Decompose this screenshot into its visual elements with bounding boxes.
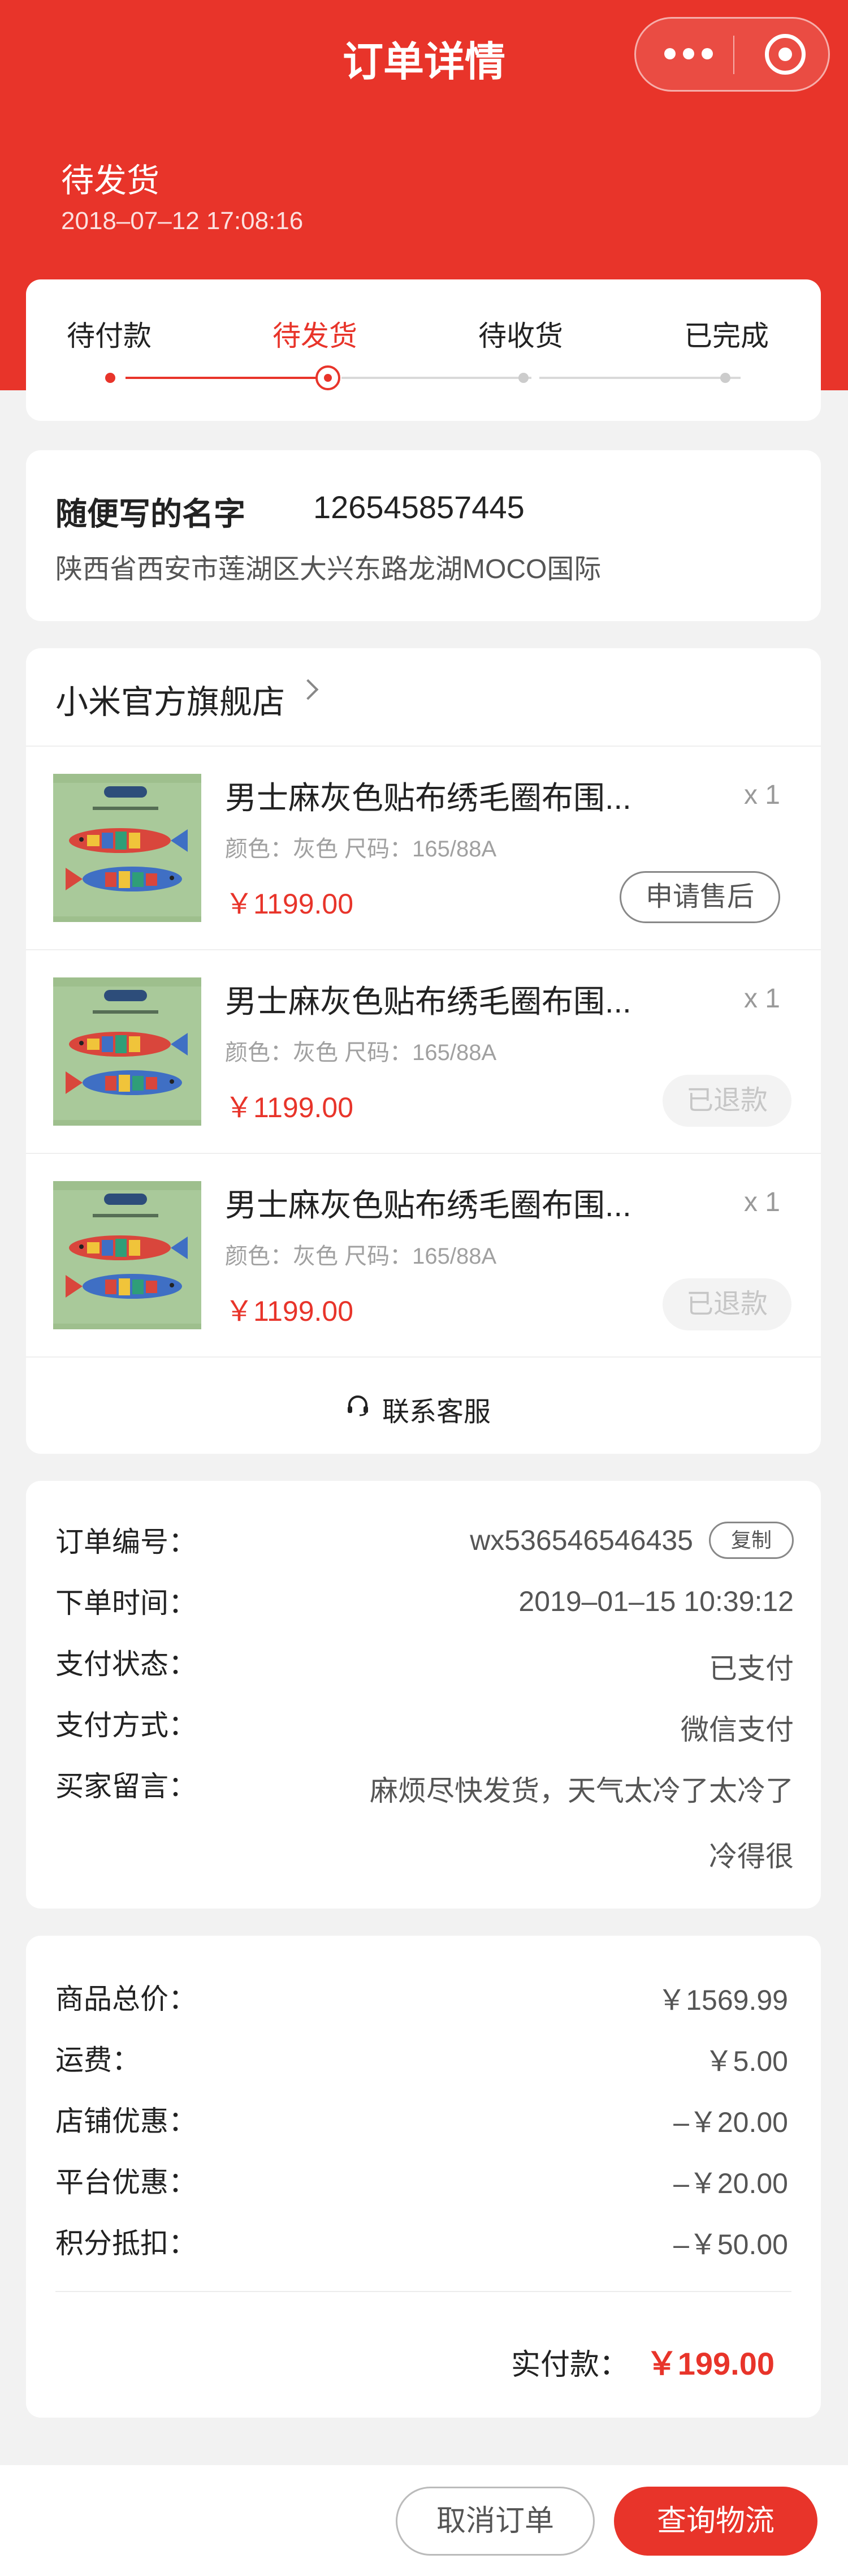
price-summary-card: 商品总价： ￥1569.99 运费： ￥5.00 店铺优惠： –￥20.00 平… xyxy=(26,1936,821,2418)
refunded-badge: 已退款 xyxy=(663,1278,791,1330)
points-deduction-label: 积分抵扣： xyxy=(55,2228,197,2259)
bottom-action-bar: 取消订单 查询物流 xyxy=(0,2465,848,2576)
step-completed: 已完成 xyxy=(684,320,769,352)
more-dots-icon[interactable] xyxy=(664,48,713,61)
progress-line-done xyxy=(126,377,323,379)
product-quantity: x 1 xyxy=(743,984,780,1014)
product-image xyxy=(53,774,201,922)
product-spec: 颜色：灰色 尺码：165/88A xyxy=(225,1040,497,1065)
order-status-time: 2018–07–12 17:08:16 xyxy=(61,207,304,235)
list-item[interactable]: 男士麻灰色贴布绣毛圈布围... x 1 颜色：灰色 尺码：165/88A ￥11… xyxy=(26,949,821,1154)
shop-discount: –￥20.00 xyxy=(673,2107,788,2138)
after-sale-button[interactable]: 申请售后 xyxy=(620,871,780,923)
paid-amount-label: 实付款： xyxy=(510,2349,629,2381)
pay-status: 已支付 xyxy=(709,1653,794,1685)
product-price: ￥1199.00 xyxy=(225,1092,354,1123)
product-image xyxy=(53,1181,201,1329)
product-spec: 颜色：灰色 尺码：165/88A xyxy=(225,1244,497,1269)
progress-dot xyxy=(105,373,115,383)
buyer-message-label: 买家留言： xyxy=(55,1771,197,1802)
order-time-label: 下单时间： xyxy=(55,1587,197,1619)
order-number: wx536546546435 xyxy=(470,1524,693,1556)
product-image xyxy=(53,977,201,1126)
order-time: 2019–01–15 10:39:12 xyxy=(518,1586,794,1617)
recipient-name: 随便写的名字 xyxy=(55,496,245,532)
pay-status-label: 支付状态： xyxy=(55,1648,197,1680)
order-number-label: 订单编号： xyxy=(55,1526,197,1558)
recipient-phone: 126545857445 xyxy=(313,489,525,525)
progress-card: 待付款 待发货 待收货 已完成 xyxy=(26,279,821,421)
list-item[interactable]: 男士麻灰色贴布绣毛圈布围... x 1 颜色：灰色 尺码：165/88A ￥11… xyxy=(26,746,821,950)
goods-card: 小米官方旗舰店 男士麻灰色贴布绣毛圈布围... x 1 颜色：灰色 尺码：165… xyxy=(26,648,821,1454)
step-pending-receipt: 待收货 xyxy=(478,320,563,352)
copy-button[interactable]: 复制 xyxy=(709,1522,794,1559)
progress-dot xyxy=(720,373,730,383)
freight-label: 运费： xyxy=(55,2044,140,2076)
product-quantity: x 1 xyxy=(743,1187,780,1217)
pay-method: 微信支付 xyxy=(681,1714,794,1746)
capsule-divider xyxy=(733,36,734,74)
step-pending-shipment: 待发货 xyxy=(272,320,357,352)
shop-link[interactable]: 小米官方旗舰店 xyxy=(26,648,821,747)
progress-line xyxy=(341,377,531,379)
product-price: ￥1199.00 xyxy=(225,1295,354,1327)
platform-discount-label: 平台优惠： xyxy=(55,2166,197,2198)
contact-service-button[interactable]: 联系客服 xyxy=(26,1356,821,1454)
buyer-message-continued: 冷得很 xyxy=(709,1841,794,1872)
shop-discount-label: 店铺优惠： xyxy=(55,2105,197,2137)
points-deduction: –￥50.00 xyxy=(673,2229,788,2260)
product-title: 男士麻灰色贴布绣毛圈布围... xyxy=(225,984,631,1019)
headset-icon xyxy=(348,1395,368,1416)
recipient-address: 陕西省西安市莲湖区大兴东路龙湖MOCO国际 xyxy=(55,554,602,584)
shop-name: 小米官方旗舰店 xyxy=(55,684,285,721)
freight: ￥5.00 xyxy=(704,2045,788,2077)
goods-total: ￥1569.99 xyxy=(657,1984,788,2016)
address-card: 随便写的名字 126545857445 陕西省西安市莲湖区大兴东路龙湖MOCO国… xyxy=(26,450,821,621)
goods-total-label: 商品总价： xyxy=(55,1983,197,2015)
pay-method-label: 支付方式： xyxy=(55,1709,197,1741)
step-pending-payment: 待付款 xyxy=(67,320,152,352)
product-price: ￥1199.00 xyxy=(225,888,354,920)
product-spec: 颜色：灰色 尺码：165/88A xyxy=(225,837,497,861)
contact-service-label: 联系客服 xyxy=(382,1397,491,1427)
divider xyxy=(55,2291,791,2292)
refunded-badge: 已退款 xyxy=(663,1075,791,1127)
progress-line xyxy=(539,377,741,379)
miniprogram-capsule xyxy=(634,17,830,92)
paid-amount: ￥199.00 xyxy=(646,2346,775,2381)
buyer-message: 麻烦尽快发货，天气太冷了太冷了 xyxy=(370,1775,794,1807)
cancel-order-button[interactable]: 取消订单 xyxy=(396,2487,595,2556)
order-info-card: 订单编号： wx536546546435 复制 下单时间： 2019–01–15… xyxy=(26,1481,821,1909)
chevron-right-icon xyxy=(297,679,319,700)
track-logistics-button[interactable]: 查询物流 xyxy=(614,2487,817,2556)
product-title: 男士麻灰色贴布绣毛圈布围... xyxy=(225,1187,631,1223)
product-title: 男士麻灰色贴布绣毛圈布围... xyxy=(225,780,631,816)
progress-dot xyxy=(518,373,529,383)
order-status-title: 待发货 xyxy=(61,162,160,199)
product-quantity: x 1 xyxy=(743,780,780,810)
progress-current-dot xyxy=(315,365,340,390)
platform-discount: –￥20.00 xyxy=(673,2168,788,2199)
list-item[interactable]: 男士麻灰色贴布绣毛圈布围... x 1 颜色：灰色 尺码：165/88A ￥11… xyxy=(26,1153,821,1358)
target-close-icon[interactable] xyxy=(765,34,806,75)
